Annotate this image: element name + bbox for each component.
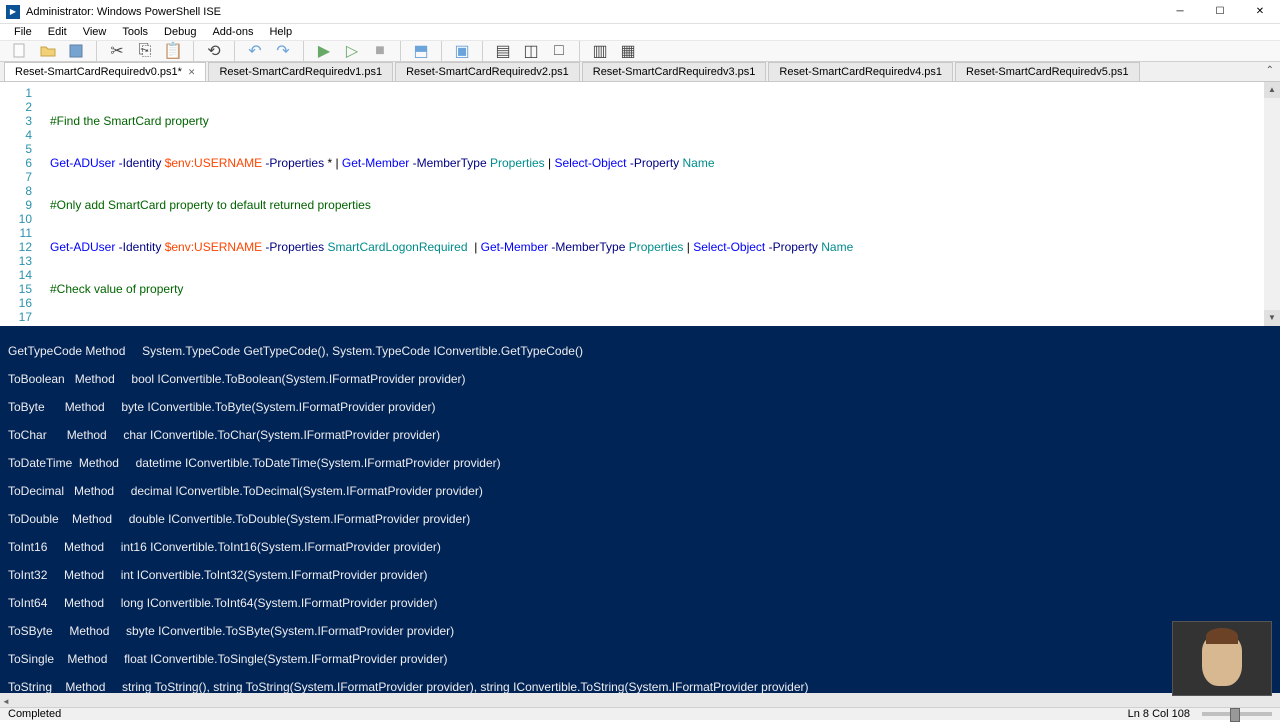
tab-v2[interactable]: Reset-SmartCardRequiredv2.ps1 (395, 62, 580, 81)
run-icon[interactable]: ▶ (314, 41, 334, 61)
show-command-icon[interactable]: ▦ (618, 41, 638, 61)
copy-icon[interactable]: ⎘ (135, 41, 155, 61)
console-line: ToInt16 Method int16 IConvertible.ToInt1… (8, 540, 1272, 554)
tab-v3[interactable]: Reset-SmartCardRequiredv3.ps1 (582, 62, 767, 81)
console-line: ToSByte Method sbyte IConvertible.ToSByt… (8, 624, 1272, 638)
zoom-slider[interactable] (1202, 712, 1272, 716)
tab-v3-label: Reset-SmartCardRequiredv3.ps1 (593, 66, 756, 78)
titlebar: ▶ Administrator: Windows PowerShell ISE … (0, 0, 1280, 24)
console-line: ToBoolean Method bool IConvertible.ToBoo… (8, 372, 1272, 386)
line-gutter: 12345 678910 1112131415 1617181920 (0, 86, 42, 326)
close-button[interactable]: ✕ (1240, 0, 1280, 24)
tab-v1-label: Reset-SmartCardRequiredv1.ps1 (219, 66, 382, 78)
console-line: ToDouble Method double IConvertible.ToDo… (8, 512, 1272, 526)
tab-v1[interactable]: Reset-SmartCardRequiredv1.ps1 (208, 62, 393, 81)
close-icon[interactable]: ✕ (188, 67, 196, 78)
cut-icon[interactable]: ✂ (107, 41, 127, 61)
console-line: ToInt64 Method long IConvertible.ToInt64… (8, 596, 1272, 610)
menu-view[interactable]: View (77, 24, 113, 40)
console-line: GetTypeCode Method System.TypeCode GetTy… (8, 344, 1272, 358)
tab-v5[interactable]: Reset-SmartCardRequiredv5.ps1 (955, 62, 1140, 81)
console-line: ToInt32 Method int IConvertible.ToInt32(… (8, 568, 1272, 582)
tab-v4[interactable]: Reset-SmartCardRequiredv4.ps1 (768, 62, 953, 81)
console-line: ToChar Method char IConvertible.ToChar(S… (8, 428, 1272, 442)
menu-file[interactable]: File (8, 24, 38, 40)
cursor-position: Ln 8 Col 108 (1128, 708, 1190, 720)
save-icon[interactable] (66, 41, 86, 61)
console-line: ToByte Method byte IConvertible.ToByte(S… (8, 400, 1272, 414)
minimize-button[interactable]: ─ (1160, 0, 1200, 24)
command-addon-icon[interactable]: ▥ (590, 41, 610, 61)
collapse-pane-icon[interactable]: ⌃ (1266, 65, 1274, 76)
console-line: ToSingle Method float IConvertible.ToSin… (8, 652, 1272, 666)
menu-edit[interactable]: Edit (42, 24, 73, 40)
console-line: ToDateTime Method datetime IConvertible.… (8, 456, 1272, 470)
layout1-icon[interactable]: ▤ (493, 41, 513, 61)
window-title: Administrator: Windows PowerShell ISE (26, 6, 221, 18)
menu-tools[interactable]: Tools (116, 24, 154, 40)
clear-icon[interactable]: ⟲ (204, 41, 224, 61)
toolbar: ✂ ⎘ 📋 ⟲ ↶ ↷ ▶ ▷ ■ ⬒ ▣ ▤ ◫ □ ▥ ▦ (0, 41, 1280, 62)
statusbar: Completed Ln 8 Col 108 (0, 707, 1280, 720)
remote-icon[interactable]: ⬒ (411, 41, 431, 61)
script-editor[interactable]: 12345 678910 1112131415 1617181920 #Find… (0, 82, 1280, 326)
redo-icon[interactable]: ↷ (273, 41, 293, 61)
layout2-icon[interactable]: ◫ (521, 41, 541, 61)
undo-icon[interactable]: ↶ (245, 41, 265, 61)
scroll-down-icon[interactable]: ▼ (1264, 310, 1280, 326)
tab-v4-label: Reset-SmartCardRequiredv4.ps1 (779, 66, 942, 78)
new-icon[interactable] (10, 41, 30, 61)
console-scrollbar-horizontal[interactable] (0, 693, 1280, 707)
scroll-up-icon[interactable]: ▲ (1264, 82, 1280, 98)
tab-v0[interactable]: Reset-SmartCardRequiredv0.ps1* ✕ (4, 62, 206, 81)
maximize-button[interactable]: ☐ (1200, 0, 1240, 24)
app-icon: ▶ (6, 5, 20, 19)
open-icon[interactable] (38, 41, 58, 61)
paste-icon[interactable]: 📋 (163, 41, 183, 61)
stop-icon[interactable]: ■ (370, 41, 390, 61)
console-pane[interactable]: GetTypeCode Method System.TypeCode GetTy… (0, 326, 1280, 707)
menu-debug[interactable]: Debug (158, 24, 202, 40)
menu-help[interactable]: Help (263, 24, 298, 40)
menubar: File Edit View Tools Debug Add-ons Help (0, 24, 1280, 41)
new-remote-icon[interactable]: ▣ (452, 41, 472, 61)
status-text: Completed (8, 708, 61, 720)
webcam-overlay (1172, 621, 1272, 696)
tab-v5-label: Reset-SmartCardRequiredv5.ps1 (966, 66, 1129, 78)
run-selection-icon[interactable]: ▷ (342, 41, 362, 61)
tab-v0-label: Reset-SmartCardRequiredv0.ps1* (15, 66, 182, 78)
editor-body[interactable]: #Find the SmartCard property Get-ADUser … (50, 82, 1280, 326)
editor-scrollbar[interactable]: ▲ ▼ (1264, 82, 1280, 326)
layout3-icon[interactable]: □ (549, 41, 569, 61)
tabstrip: Reset-SmartCardRequiredv0.ps1* ✕ Reset-Sm… (0, 62, 1280, 82)
tab-v2-label: Reset-SmartCardRequiredv2.ps1 (406, 66, 569, 78)
menu-addons[interactable]: Add-ons (206, 24, 259, 40)
console-line: ToDecimal Method decimal IConvertible.To… (8, 484, 1272, 498)
